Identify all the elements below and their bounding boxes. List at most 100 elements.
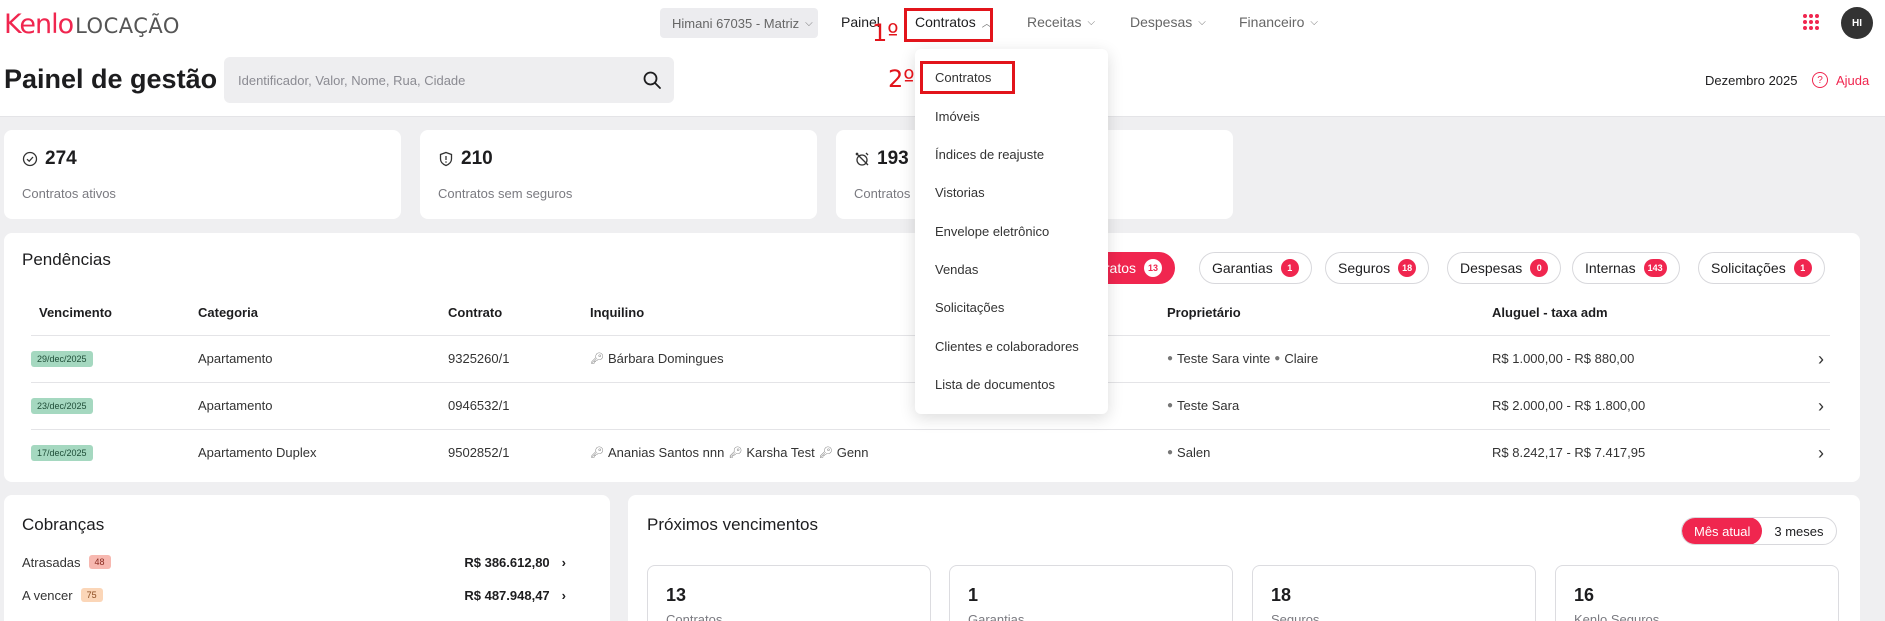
person-icon: ● xyxy=(1167,400,1174,411)
due-card-kenlo-seguros[interactable]: 16 Kenlo Seguros xyxy=(1555,565,1839,621)
due-label: Kenlo Seguros xyxy=(1574,612,1660,621)
chip-despesas[interactable]: Despesas 0 xyxy=(1447,252,1562,284)
stat-label: Contratos xyxy=(854,186,911,201)
toggle-3-meses[interactable]: 3 meses xyxy=(1762,518,1835,544)
key-icon: 🔑︎ xyxy=(590,447,604,459)
shield-icon xyxy=(439,151,453,167)
nav-despesas[interactable]: Despesas ⌵ xyxy=(1130,14,1206,30)
chip-badge: 18 xyxy=(1398,259,1417,277)
search-input[interactable] xyxy=(224,57,624,103)
menu-item-imoveis[interactable]: Imóveis xyxy=(935,109,980,124)
due-count: 13 xyxy=(666,585,687,605)
logo-subtext: LOCAÇÃO xyxy=(75,14,180,38)
cell-contrato: 9502852/1 xyxy=(448,445,510,460)
cobranca-badge: 48 xyxy=(88,555,111,569)
step-1-label: 1º xyxy=(872,19,899,47)
stat-value: 193 xyxy=(877,148,909,169)
due-card-garantias[interactable]: 1 Garantias xyxy=(949,565,1233,621)
avatar[interactable]: HI xyxy=(1841,7,1873,39)
menu-item-indices-reajuste[interactable]: Índices de reajuste xyxy=(935,147,1044,162)
current-month[interactable]: Dezembro 2025 xyxy=(1705,73,1798,88)
logo-text: Kenlo xyxy=(4,9,74,40)
col-vencimento[interactable]: Vencimento xyxy=(39,305,112,320)
tenant-name: Karsha Test xyxy=(746,445,815,460)
chip-garantias[interactable]: Garantias 1 xyxy=(1199,252,1312,284)
owner-name: Teste Sara vinte xyxy=(1177,351,1271,366)
chevron-right-icon[interactable]: › xyxy=(562,555,566,570)
cell-proprietario: ● Salen xyxy=(1167,445,1210,460)
nav-financeiro[interactable]: Financeiro ⌵ xyxy=(1239,14,1318,30)
cell-contrato: 9325260/1 xyxy=(448,351,510,366)
cobranca-value: R$ 487.948,47 › xyxy=(464,588,566,603)
cobranca-row-atrasadas[interactable]: Atrasadas 48 R$ 386.612,80 › xyxy=(22,551,588,573)
chip-badge: 1 xyxy=(1793,259,1812,277)
grid-dots-icon[interactable] xyxy=(1803,14,1819,30)
branch-label: Himani 67035 - Matriz xyxy=(672,15,800,31)
cell-aluguel: R$ 8.242,17 - R$ 7.417,95 xyxy=(1492,445,1646,460)
chip-contratos[interactable]: tratos 13 xyxy=(1100,252,1176,284)
cobranca-value: R$ 386.612,80 › xyxy=(464,555,566,570)
cobranca-label: Atrasadas xyxy=(22,554,81,570)
stat-card-active[interactable]: 274 Contratos ativos xyxy=(4,130,401,219)
chevron-right-icon[interactable]: › xyxy=(1818,396,1824,417)
chevron-right-icon[interactable]: › xyxy=(562,588,566,603)
menu-item-lista-documentos[interactable]: Lista de documentos xyxy=(935,377,1055,392)
menu-item-vistorias[interactable]: Vistorias xyxy=(935,185,985,200)
due-count: 18 xyxy=(1271,585,1292,605)
chip-solicitacoes[interactable]: Solicitações 1 xyxy=(1698,252,1825,284)
chip-internas[interactable]: Internas 143 xyxy=(1572,252,1680,284)
toggle-mes-atual[interactable]: Mês atual xyxy=(1682,518,1763,544)
cell-proprietario: ● Teste Sara xyxy=(1167,398,1239,413)
col-inquilino[interactable]: Inquilino xyxy=(590,305,644,320)
chevron-down-icon: ⌵ xyxy=(1198,16,1206,28)
chevron-right-icon[interactable]: › xyxy=(1818,349,1824,370)
chip-badge: 13 xyxy=(1144,259,1163,277)
owner-name: Salen xyxy=(1177,445,1211,460)
due-label: Seguros xyxy=(1271,612,1320,621)
branch-selector[interactable]: Himani 67035 - Matriz ⌵ xyxy=(660,8,818,38)
cell-aluguel: R$ 2.000,00 - R$ 1.800,00 xyxy=(1492,398,1646,413)
due-card-seguros[interactable]: 18 Seguros xyxy=(1252,565,1536,621)
chip-label: Internas xyxy=(1585,260,1636,276)
menu-item-envelope-eletronico[interactable]: Envelope eletrônico xyxy=(935,224,1049,239)
col-contrato[interactable]: Contrato xyxy=(448,305,502,320)
menu-item-solicitacoes[interactable]: Solicitações xyxy=(935,300,1004,315)
cobranca-label: A vencer xyxy=(22,587,73,603)
step-2-label: 2º xyxy=(888,65,915,93)
stat-value-row: 274 xyxy=(22,148,77,170)
due-date-badge: 23/dec/2025 xyxy=(31,398,93,414)
table-row[interactable]: 17/dec/2025 Apartamento Duplex 9502852/1… xyxy=(31,429,1830,476)
cobranca-row-a-vencer[interactable]: A vencer 75 R$ 487.948,47 › xyxy=(22,584,588,606)
search-icon[interactable] xyxy=(642,70,662,90)
chevron-right-icon[interactable]: › xyxy=(1818,443,1824,464)
person-icon: ● xyxy=(1167,353,1174,364)
cell-proprietario: ● Teste Sara vinte ● Claire xyxy=(1167,351,1318,366)
person-icon: ● xyxy=(1274,353,1281,364)
key-icon: 🔑︎ xyxy=(818,447,833,459)
menu-item-clientes-colaboradores[interactable]: Clientes e colaboradores xyxy=(935,339,1079,354)
col-proprietario[interactable]: Proprietário xyxy=(1167,305,1241,320)
search-box xyxy=(224,57,674,103)
chip-label: Garantias xyxy=(1212,260,1273,276)
cobrancas-title: Cobranças xyxy=(22,515,105,534)
check-circle-icon xyxy=(22,151,38,167)
person-icon: ● xyxy=(1167,447,1174,458)
kenlo-logo[interactable]: Kenlo LOCAÇÃO xyxy=(4,9,180,40)
alarm-off-icon xyxy=(855,152,869,166)
stat-card-no-insurance[interactable]: 210 Contratos sem seguros xyxy=(420,130,817,219)
col-categoria[interactable]: Categoria xyxy=(198,305,258,320)
chip-label: Despesas xyxy=(1460,260,1523,276)
nav-receitas[interactable]: Receitas ⌵ xyxy=(1027,14,1095,30)
page-title: Painel de gestão xyxy=(4,64,218,94)
due-card-contratos[interactable]: 13 Contratos xyxy=(647,565,931,621)
col-aluguel[interactable]: Aluguel - taxa adm xyxy=(1492,305,1608,320)
owner-name: Teste Sara xyxy=(1177,398,1240,413)
cell-contrato: 0946532/1 xyxy=(448,398,510,413)
help-button[interactable]: ? Ajuda xyxy=(1812,72,1869,88)
due-label: Contratos xyxy=(666,612,723,621)
cobranca-amount: R$ 487.948,47 xyxy=(464,587,550,603)
stat-value: 274 xyxy=(45,148,77,169)
key-icon: 🔑︎ xyxy=(590,353,604,365)
menu-item-vendas[interactable]: Vendas xyxy=(935,262,978,277)
chip-seguros[interactable]: Seguros 18 xyxy=(1325,252,1430,284)
